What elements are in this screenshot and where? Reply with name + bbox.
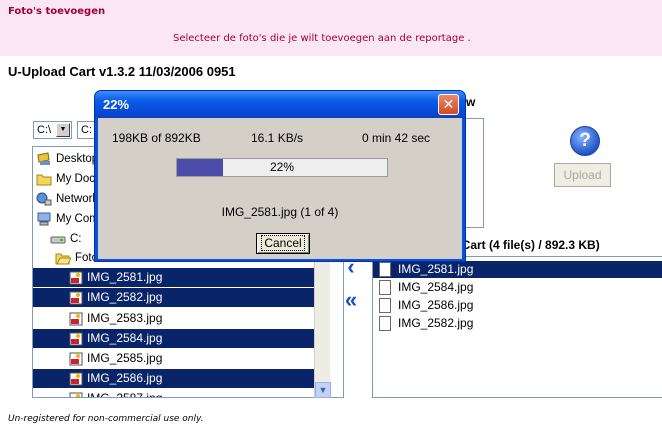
page-banner: Foto's toevoegen Selecteer de foto's die… [0, 0, 662, 56]
drive-select-value: C:\ [37, 124, 52, 136]
image-file-icon [69, 352, 83, 366]
transferred-size: 198KB of 892KB [112, 131, 201, 145]
progress-bar: 22% [176, 158, 388, 177]
close-icon[interactable]: ✕ [438, 94, 459, 115]
cart-item[interactable]: IMG_2581.jpg [373, 261, 662, 278]
cart-item-label: IMG_2582.jpg [398, 316, 474, 330]
open-folder-icon [55, 253, 71, 265]
cart-item[interactable]: IMG_2582.jpg [373, 315, 662, 332]
folder-icon [36, 174, 52, 186]
upload-progress-dialog: 22% ✕ 198KB of 892KB 16.1 KB/s 0 min 42 … [94, 90, 466, 262]
file-name: IMG_2586.jpg [87, 371, 163, 385]
tree-scrollbar[interactable]: ▼ [314, 257, 331, 398]
cancel-button[interactable]: Cancel [256, 233, 310, 254]
network-icon [36, 192, 52, 206]
remove-all-arrow-icon[interactable]: « [341, 289, 361, 311]
cart-header: l Cart (4 file(s) / 892.3 KB) [455, 238, 600, 252]
file-row[interactable]: IMG_2582.jpg [33, 288, 316, 307]
file-icon [379, 262, 391, 277]
chevron-down-icon[interactable]: ▼ [56, 123, 70, 137]
cart-item[interactable]: IMG_2584.jpg [373, 279, 662, 296]
file-name: IMG_2584.jpg [87, 331, 163, 345]
file-icon [379, 280, 391, 295]
file-row[interactable]: IMG_2581.jpg [33, 268, 316, 287]
file-row[interactable]: IMG_2585.jpg [33, 349, 316, 368]
dialog-body: 198KB of 892KB 16.1 KB/s 0 min 42 sec 22… [98, 118, 462, 259]
image-file-icon [69, 291, 83, 305]
file-name: IMG_2582.jpg [87, 290, 163, 304]
dialog-title: 22% [103, 97, 130, 112]
file-name: IMG_2585.jpg [87, 351, 163, 365]
tree-item-desktop[interactable]: Desktop [36, 150, 98, 169]
drive-select[interactable]: C:\ ▼ [33, 121, 72, 139]
app-title: U-Upload Cart v1.3.2 11/03/2006 0951 [8, 64, 236, 79]
drive-icon [50, 236, 66, 244]
file-row[interactable]: IMG_2583.jpg [33, 309, 316, 328]
tree-item-label: C: [70, 233, 82, 245]
help-icon[interactable]: ? [570, 126, 600, 156]
file-name: IMG_2583.jpg [87, 311, 163, 325]
desktop-icon [37, 152, 50, 165]
footer-notice: Un-registered for non-commercial use onl… [8, 414, 204, 424]
progress-label: 22% [269, 160, 295, 174]
computer-icon [37, 212, 51, 226]
cart-list[interactable]: IMG_2581.jpg IMG_2584.jpg IMG_2586.jpg I… [372, 256, 662, 398]
file-row[interactable]: IMG_2586.jpg [33, 369, 316, 388]
file-row[interactable]: IMG_2587.jpg [33, 389, 316, 398]
file-name: IMG_2587.jpg [87, 391, 163, 398]
scroll-down-icon[interactable]: ▼ [315, 382, 331, 398]
image-file-icon [69, 332, 83, 346]
tree-item-c-drive[interactable]: C: [50, 230, 82, 249]
image-file-icon [69, 312, 83, 326]
file-icon [379, 316, 391, 331]
file-name: IMG_2581.jpg [87, 270, 163, 284]
image-file-icon [69, 372, 83, 386]
transfer-speed: 16.1 KB/s [251, 131, 304, 145]
file-row[interactable]: IMG_2584.jpg [33, 329, 316, 348]
banner-title: Foto's toevoegen [8, 6, 106, 17]
upload-button[interactable]: Upload [554, 163, 611, 187]
tree-item-label: Network [56, 193, 99, 205]
image-file-icon [69, 271, 83, 285]
image-file-icon [69, 392, 83, 397]
tree-item-label: Desktop [56, 153, 99, 165]
current-file: IMG_2581.jpg (1 of 4) [221, 205, 339, 219]
cart-item-label: IMG_2584.jpg [398, 280, 474, 294]
tree-item-network[interactable]: Network [36, 190, 98, 209]
cart-item-label: IMG_2586.jpg [398, 298, 474, 312]
cart-item[interactable]: IMG_2586.jpg [373, 297, 662, 314]
banner-subtitle: Selecteer de foto's die je wilt toevoege… [173, 33, 471, 44]
cancel-button-label: Cancel [261, 235, 305, 251]
time-remaining: 0 min 42 sec [362, 131, 431, 145]
cart-item-label: IMG_2581.jpg [398, 262, 474, 276]
dialog-titlebar[interactable]: 22% ✕ [95, 91, 465, 118]
file-icon [379, 298, 391, 313]
